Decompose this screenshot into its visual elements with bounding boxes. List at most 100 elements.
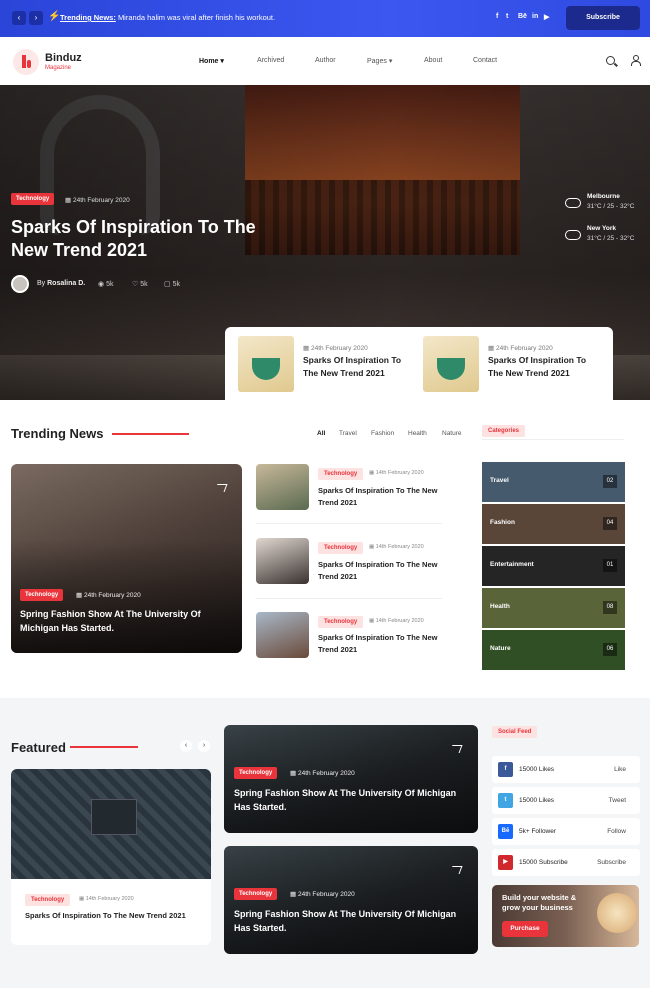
- post-date: ▦ 14th February 2020: [369, 618, 424, 624]
- category-count: 06: [603, 643, 617, 656]
- post-date: ▦ 24th February 2020: [290, 890, 355, 898]
- post-date: ▦ 14th February 2020: [79, 896, 134, 902]
- category-tag[interactable]: Technology: [234, 888, 278, 900]
- filter-all[interactable]: All: [317, 430, 325, 437]
- bolt-icon: ⚡: [48, 11, 61, 22]
- category-count: 08: [603, 601, 617, 614]
- trending-item-title[interactable]: Sparks Of Inspiration To The New Trend 2…: [318, 632, 448, 656]
- social-row-twitter[interactable]: t 15000 Likes Tweet: [492, 787, 640, 814]
- hero-title[interactable]: Sparks Of Inspiration To The New Trend 2…: [11, 216, 281, 262]
- featured-mid-card[interactable]: Technology ▦ 24th February 2020 Spring F…: [224, 725, 478, 833]
- ticker-prev-button[interactable]: ‹: [12, 11, 26, 25]
- trending-item-title[interactable]: Sparks Of Inspiration To The New Trend 2…: [318, 559, 448, 583]
- youtube-icon[interactable]: ▶: [544, 13, 549, 21]
- trending-item-thumbnail[interactable]: [256, 464, 309, 510]
- category-tag[interactable]: Technology: [20, 589, 64, 601]
- mini-post-thumbnail[interactable]: [238, 336, 294, 392]
- post-title[interactable]: Spring Fashion Show At The University Of…: [234, 907, 464, 935]
- nav-item-contact[interactable]: Contact: [473, 57, 497, 64]
- chevron-down-icon: ▾: [220, 58, 224, 65]
- calendar-icon: ▦: [369, 544, 375, 550]
- mini-post-title[interactable]: Sparks Of Inspiration To The New Trend 2…: [303, 354, 413, 380]
- category-tag[interactable]: Technology: [318, 468, 364, 480]
- nav-item-author[interactable]: Author: [315, 57, 336, 64]
- filter-fashion[interactable]: Fashion: [371, 430, 394, 437]
- mini-post-title[interactable]: Sparks Of Inspiration To The New Trend 2…: [488, 354, 598, 380]
- trending-item-title[interactable]: Sparks Of Inspiration To The New Trend 2…: [318, 485, 448, 509]
- social-row-facebook[interactable]: f 15000 Likes Like: [492, 756, 640, 783]
- cloud-icon: [565, 230, 581, 240]
- post-date-text: 24th February 2020: [83, 592, 141, 599]
- twitter-icon: t: [498, 793, 513, 808]
- post-title[interactable]: Sparks Of Inspiration To The New Trend 2…: [25, 911, 186, 920]
- brand-tagline: Magazine: [45, 65, 72, 71]
- calendar-icon: ▦: [290, 891, 297, 898]
- post-date-text: 14th February 2020: [375, 470, 424, 476]
- news-ticker[interactable]: Trending News: Miranda halim was viral a…: [60, 13, 275, 22]
- nav-item-about[interactable]: About: [424, 57, 442, 64]
- brand-name[interactable]: Binduz: [45, 52, 82, 64]
- facebook-icon[interactable]: f: [496, 13, 498, 20]
- filter-nature[interactable]: Nature: [442, 430, 462, 437]
- ticker-next-button[interactable]: ›: [29, 11, 43, 25]
- purchase-button[interactable]: Purchase: [502, 921, 548, 937]
- user-icon[interactable]: [631, 55, 641, 66]
- subscribe-button[interactable]: Subscribe: [566, 6, 640, 30]
- category-tag[interactable]: Technology: [318, 616, 364, 628]
- title-underline: [70, 746, 138, 748]
- top-bar: ‹ › ⚡ Trending News: Miranda halim was v…: [0, 0, 650, 37]
- nav-item-pages[interactable]: Pages ▾: [367, 57, 392, 65]
- post-date-text: 14th February 2020: [85, 896, 134, 902]
- comment-icon: ▢: [164, 281, 171, 288]
- featured-mid-card[interactable]: Technology ▦ 24th February 2020 Spring F…: [224, 846, 478, 954]
- trending-feature-card[interactable]: Technology ▦ 24th February 2020 Spring F…: [11, 464, 242, 653]
- category-health[interactable]: Health 08: [482, 588, 625, 628]
- trending-item-thumbnail[interactable]: [256, 538, 309, 584]
- category-label: Entertainment: [490, 561, 534, 568]
- hero-category-tag[interactable]: Technology: [11, 193, 55, 205]
- hero-date-text: 24th February 2020: [72, 197, 130, 204]
- featured-prev-button[interactable]: ‹: [180, 740, 192, 752]
- eye-icon: ◉: [98, 281, 105, 288]
- category-fashion[interactable]: Fashion 04: [482, 504, 625, 544]
- calendar-icon: ▦: [290, 770, 297, 777]
- category-entertainment[interactable]: Entertainment 01: [482, 546, 625, 586]
- nav-item-archived[interactable]: Archived: [257, 57, 284, 64]
- circuit-chip: [91, 799, 137, 835]
- avatar[interactable]: [11, 275, 29, 293]
- social-feed-title: Social Feed: [492, 726, 538, 738]
- post-title[interactable]: Spring Fashion Show At The University Of…: [234, 786, 464, 814]
- logo-icon[interactable]: [13, 49, 39, 75]
- category-nature[interactable]: Nature 06: [482, 630, 625, 670]
- post-date: ▦ 14th February 2020: [369, 544, 424, 550]
- post-title[interactable]: Spring Fashion Show At The University Of…: [20, 607, 220, 635]
- search-icon[interactable]: [606, 56, 615, 65]
- category-tag[interactable]: Technology: [234, 767, 278, 779]
- category-travel[interactable]: Travel 02: [482, 462, 625, 502]
- linkedin-icon[interactable]: in: [532, 13, 538, 20]
- featured-next-button[interactable]: ›: [198, 740, 210, 752]
- hero-author[interactable]: By Rosalina D.: [37, 280, 85, 287]
- hero-mini-posts: ▦ 24th February 2020 Sparks Of Inspirati…: [225, 327, 613, 400]
- twitter-icon[interactable]: t: [506, 13, 508, 20]
- social-action[interactable]: Follow: [607, 828, 626, 835]
- social-action[interactable]: Subscribe: [597, 859, 626, 866]
- social-row-behance[interactable]: Bē 5k+ Follower Follow: [492, 818, 640, 845]
- social-action[interactable]: Tweet: [609, 797, 626, 804]
- behance-icon[interactable]: Bē: [518, 13, 527, 20]
- featured-card-image: [11, 769, 211, 879]
- social-action[interactable]: Like: [614, 766, 626, 773]
- nav-item-home[interactable]: Home ▾: [199, 57, 224, 65]
- category-tag[interactable]: Technology: [318, 542, 364, 554]
- social-row-youtube[interactable]: ▶ 15000 Subscribe Subscribe: [492, 849, 640, 876]
- featured-card[interactable]: Technology ▦ 14th February 2020 Sparks O…: [11, 769, 211, 945]
- category-tag[interactable]: Technology: [25, 894, 71, 906]
- trending-item-thumbnail[interactable]: [256, 612, 309, 658]
- category-count: 04: [603, 517, 617, 530]
- post-date-text: 14th February 2020: [375, 618, 424, 624]
- mini-post-thumbnail[interactable]: [423, 336, 479, 392]
- category-label: Travel: [490, 477, 509, 484]
- filter-travel[interactable]: Travel: [339, 430, 357, 437]
- filter-health[interactable]: Health: [408, 430, 427, 437]
- post-date-text: 14th February 2020: [375, 544, 424, 550]
